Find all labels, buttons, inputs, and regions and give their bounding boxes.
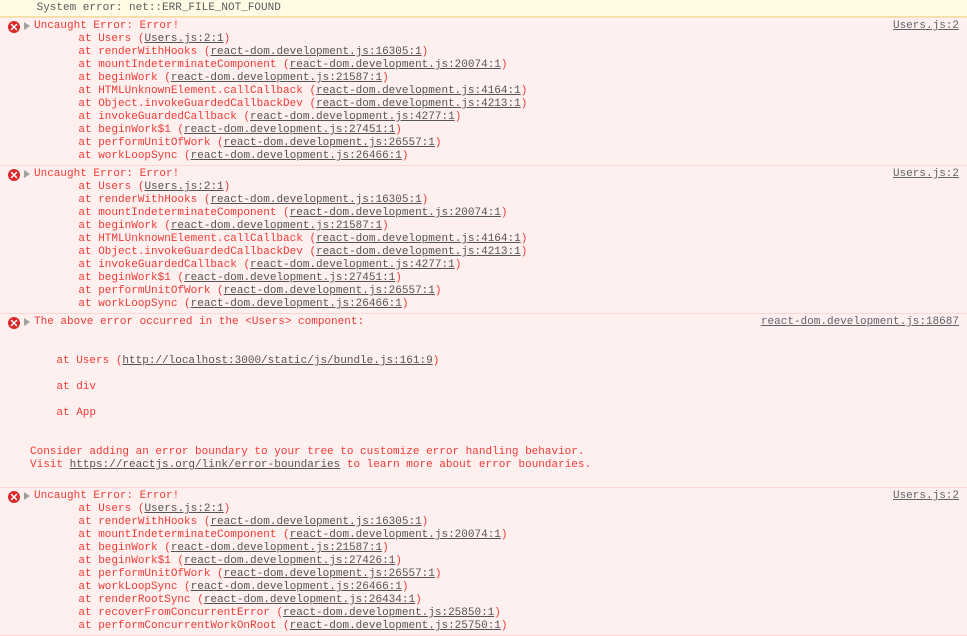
stack-frame: at Users (Users.js:2:1) xyxy=(52,33,959,46)
stack-frame: at renderRootSync (react-dom.development… xyxy=(52,594,959,607)
disclosure-triangle[interactable] xyxy=(24,22,30,30)
stack-frame: at HTMLUnknownElement.callCallback (reac… xyxy=(52,233,959,246)
stack-location-link[interactable]: react-dom.development.js:16305:1 xyxy=(210,516,421,528)
stack-location-link[interactable]: react-dom.development.js:20074:1 xyxy=(290,59,501,71)
stack-location-link[interactable]: react-dom.development.js:26557:1 xyxy=(224,137,435,149)
system-error-line: System error: net::ERR_FILE_NOT_FOUND xyxy=(0,0,967,17)
stack-frame: at beginWork (react-dom.development.js:2… xyxy=(52,542,959,555)
stack-frame: at beginWork$1 (react-dom.development.js… xyxy=(52,272,959,285)
stack-frame: at beginWork (react-dom.development.js:2… xyxy=(52,72,959,85)
source-link[interactable]: Users.js:2 xyxy=(893,20,959,32)
stack-location-link[interactable]: react-dom.development.js:20074:1 xyxy=(290,207,501,219)
stack-location-link[interactable]: react-dom.development.js:27451:1 xyxy=(184,124,395,136)
stack-trace: at Users (Users.js:2:1) at renderWithHoo… xyxy=(8,503,959,633)
stack-location-link[interactable]: react-dom.development.js:27426:1 xyxy=(184,555,395,567)
component-error-block: The above error occurred in the <Users> … xyxy=(0,314,967,488)
stack-location-link[interactable]: react-dom.development.js:21587:1 xyxy=(171,72,382,84)
disclosure-triangle[interactable] xyxy=(24,170,30,178)
source-link[interactable]: Users.js:2 xyxy=(893,168,959,180)
stack-location-link[interactable]: react-dom.development.js:16305:1 xyxy=(210,194,421,206)
stack-location-link[interactable]: react-dom.development.js:4277:1 xyxy=(250,259,455,271)
error-title: Uncaught Error: Error! xyxy=(34,20,893,32)
stack-frame: at mountIndeterminateComponent (react-do… xyxy=(52,59,959,72)
error-title: Uncaught Error: Error! xyxy=(34,490,893,502)
stack-location-link[interactable]: react-dom.development.js:25750:1 xyxy=(290,620,501,632)
error-block: Uncaught Error: Error! Users.js:2 at Use… xyxy=(0,488,967,636)
stack-location-link[interactable]: react-dom.development.js:26557:1 xyxy=(224,285,435,297)
stack-frame: at workLoopSync (react-dom.development.j… xyxy=(52,150,959,163)
stack-frame: at renderWithHooks (react-dom.developmen… xyxy=(52,46,959,59)
stack-frame: at recoverFromConcurrentError (react-dom… xyxy=(52,607,959,620)
stack-location-link[interactable]: react-dom.development.js:4277:1 xyxy=(250,111,455,123)
stack-location-link[interactable]: react-dom.development.js:27451:1 xyxy=(184,272,395,284)
stack-frame: at beginWork (react-dom.development.js:2… xyxy=(52,220,959,233)
stack-location-link[interactable]: react-dom.development.js:26466:1 xyxy=(191,581,402,593)
stack-frame: at performUnitOfWork (react-dom.developm… xyxy=(52,568,959,581)
stack-frame: at workLoopSync (react-dom.development.j… xyxy=(52,581,959,594)
stack-location-link[interactable]: react-dom.development.js:21587:1 xyxy=(171,542,382,554)
stack-frame: at Users (Users.js:2:1) xyxy=(52,181,959,194)
error-title: Uncaught Error: Error! xyxy=(34,168,893,180)
source-link[interactable]: react-dom.development.js:18687 xyxy=(761,316,959,328)
stack-frame: at workLoopSync (react-dom.development.j… xyxy=(52,298,959,311)
stack-frame: at Object.invokeGuardedCallbackDev (reac… xyxy=(52,98,959,111)
bundle-link[interactable]: http://localhost:3000/static/js/bundle.j… xyxy=(122,355,432,367)
stack-frame: at performUnitOfWork (react-dom.developm… xyxy=(52,137,959,150)
stack-frame: at HTMLUnknownElement.callCallback (reac… xyxy=(52,85,959,98)
error-icon xyxy=(8,169,20,181)
error-icon xyxy=(8,491,20,503)
stack-frame: at mountIndeterminateComponent (react-do… xyxy=(52,207,959,220)
stack-location-link[interactable]: react-dom.development.js:4213:1 xyxy=(316,98,521,110)
stack-location-link[interactable]: Users.js:2:1 xyxy=(144,33,223,45)
stack-trace: at Users (Users.js:2:1) at renderWithHoo… xyxy=(8,181,959,311)
error-title: The above error occurred in the <Users> … xyxy=(34,316,761,328)
stack-frame: at invokeGuardedCallback (react-dom.deve… xyxy=(52,259,959,272)
error-block: Uncaught Error: Error! Users.js:2 at Use… xyxy=(0,17,967,166)
stack-frame: at renderWithHooks (react-dom.developmen… xyxy=(52,516,959,529)
error-icon xyxy=(8,21,20,33)
stack-location-link[interactable]: react-dom.development.js:16305:1 xyxy=(210,46,421,58)
stack-frame: at performUnitOfWork (react-dom.developm… xyxy=(52,285,959,298)
disclosure-triangle[interactable] xyxy=(24,492,30,500)
stack-frame: at performConcurrentWorkOnRoot (react-do… xyxy=(52,620,959,633)
error-block: Uncaught Error: Error! Users.js:2 at Use… xyxy=(0,166,967,314)
stack-location-link[interactable]: react-dom.development.js:26466:1 xyxy=(191,150,402,162)
disclosure-triangle[interactable] xyxy=(24,318,30,326)
component-error-body: at Users (http://localhost:3000/static/j… xyxy=(8,329,959,485)
stack-frame: at mountIndeterminateComponent (react-do… xyxy=(52,529,959,542)
stack-location-link[interactable]: react-dom.development.js:26466:1 xyxy=(191,298,402,310)
source-link[interactable]: Users.js:2 xyxy=(893,490,959,502)
stack-frame: at beginWork$1 (react-dom.development.js… xyxy=(52,555,959,568)
stack-frame: at Object.invokeGuardedCallbackDev (reac… xyxy=(52,246,959,259)
stack-location-link[interactable]: react-dom.development.js:4213:1 xyxy=(316,246,521,258)
stack-frame: at invokeGuardedCallback (react-dom.deve… xyxy=(52,111,959,124)
error-icon xyxy=(8,317,20,329)
stack-location-link[interactable]: react-dom.development.js:21587:1 xyxy=(171,220,382,232)
stack-frame: at beginWork$1 (react-dom.development.js… xyxy=(52,124,959,137)
stack-trace: at Users (Users.js:2:1) at renderWithHoo… xyxy=(8,33,959,163)
react-docs-link[interactable]: https://reactjs.org/link/error-boundarie… xyxy=(70,459,341,471)
stack-location-link[interactable]: react-dom.development.js:4164:1 xyxy=(316,233,521,245)
stack-location-link[interactable]: react-dom.development.js:25850:1 xyxy=(283,607,494,619)
stack-location-link[interactable]: react-dom.development.js:26434:1 xyxy=(204,594,415,606)
stack-location-link[interactable]: Users.js:2:1 xyxy=(144,503,223,515)
stack-location-link[interactable]: Users.js:2:1 xyxy=(144,181,223,193)
stack-location-link[interactable]: react-dom.development.js:26557:1 xyxy=(224,568,435,580)
stack-frame: at Users (Users.js:2:1) xyxy=(52,503,959,516)
stack-location-link[interactable]: react-dom.development.js:4164:1 xyxy=(316,85,521,97)
stack-frame: at renderWithHooks (react-dom.developmen… xyxy=(52,194,959,207)
stack-location-link[interactable]: react-dom.development.js:20074:1 xyxy=(290,529,501,541)
